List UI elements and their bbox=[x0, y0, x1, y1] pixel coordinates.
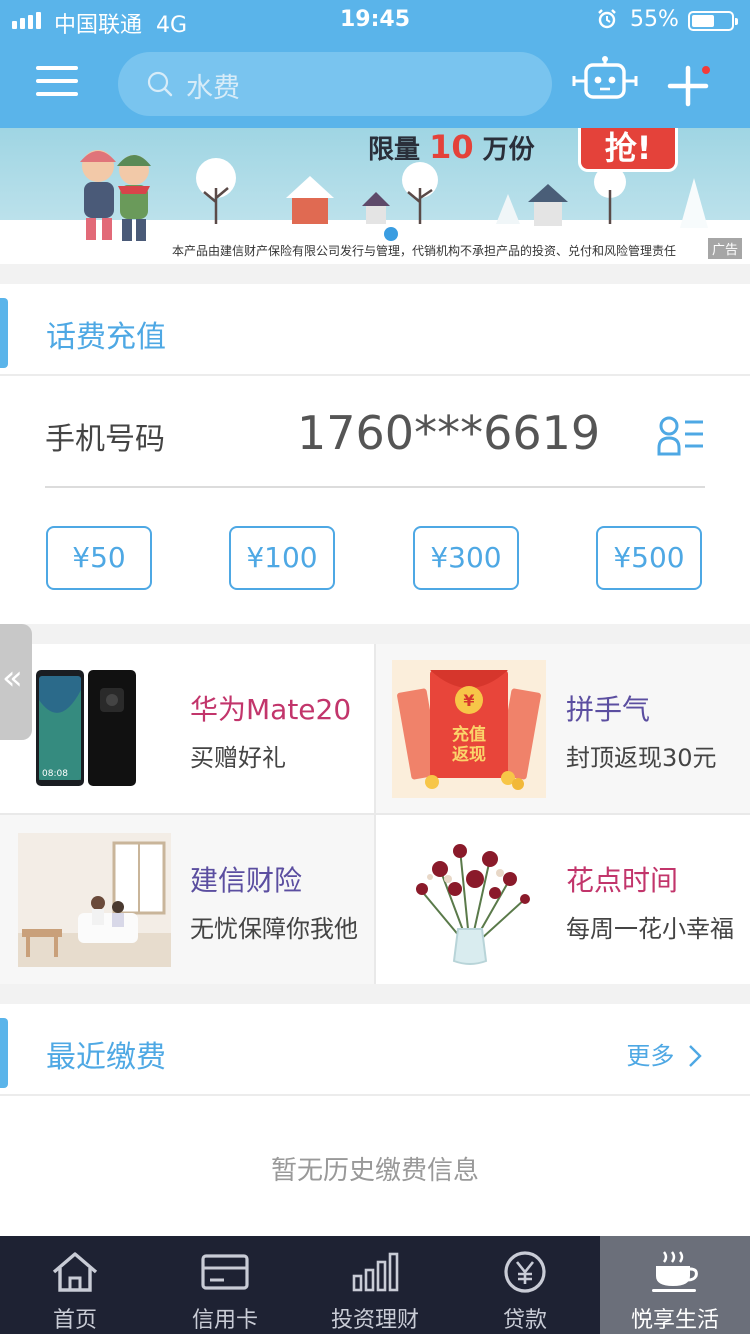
recharge-section-title: 话费充值 bbox=[46, 320, 166, 355]
promo-title: 花点时间 bbox=[566, 864, 679, 897]
phone-number-row: 手机号码 1760***6619 bbox=[45, 376, 705, 488]
promo-subtitle: 每周一花小幸福 bbox=[566, 915, 734, 943]
battery-icon bbox=[688, 11, 738, 31]
chevron-right-icon bbox=[689, 1045, 702, 1067]
amount-100-button[interactable]: ¥100 bbox=[229, 526, 335, 590]
promo-huawei-mate20[interactable]: 08:08 华为Mate20 买赠好礼 bbox=[0, 644, 374, 813]
amount-50-button[interactable]: ¥50 bbox=[46, 526, 152, 590]
recharge-amounts: ¥50 ¥100 ¥300 ¥500 bbox=[0, 488, 750, 622]
search-placeholder: 水费 bbox=[186, 73, 240, 104]
empty-history-text: 暂无历史缴费信息 bbox=[270, 1156, 479, 1186]
promo-subtitle: 封顶返现30元 bbox=[566, 744, 717, 772]
huawei-phone-image: 08:08 bbox=[36, 670, 136, 786]
tab-label: 首页 bbox=[52, 1308, 97, 1333]
notification-badge bbox=[700, 64, 712, 76]
search-input[interactable]: 水费 bbox=[118, 52, 552, 116]
recent-section-header: 最近缴费 更多 bbox=[0, 1004, 750, 1096]
promo-subtitle: 买赠好礼 bbox=[190, 744, 286, 772]
red-packet-text-line2: 返现 bbox=[452, 745, 486, 765]
red-packet-text-line1: 充值 bbox=[452, 724, 486, 745]
credit-card-icon bbox=[201, 1254, 249, 1290]
side-drawer-handle[interactable]: « bbox=[0, 624, 32, 740]
banner-disclaimer: 本产品由建信财产保险有限公司发行与管理，代销机构不承担产品的投资、兑付和风险管理… bbox=[172, 244, 677, 258]
contacts-icon[interactable] bbox=[657, 414, 705, 456]
robot-assistant-icon[interactable] bbox=[572, 56, 638, 106]
coffee-cup-icon bbox=[652, 1251, 698, 1292]
phone-recharge-section: 话费充值 手机号码 1760***6619 ¥50 ¥100 ¥300 ¥500 bbox=[0, 284, 750, 624]
tab-label: 投资理财 bbox=[330, 1308, 419, 1333]
banner-promo-number: 10 bbox=[429, 128, 474, 166]
tab-lifestyle[interactable]: 悦享生活 bbox=[600, 1236, 750, 1334]
tab-label: 信用卡 bbox=[191, 1308, 258, 1333]
search-icon bbox=[147, 71, 173, 97]
promo-title: 华为Mate20 bbox=[190, 693, 352, 726]
phone-number-input[interactable]: 1760***6619 bbox=[297, 406, 600, 460]
recent-payments-section: 最近缴费 更多 暂无历史缴费信息 bbox=[0, 1004, 750, 1236]
yuan-circle-icon bbox=[504, 1251, 546, 1293]
tab-label: 悦享生活 bbox=[630, 1308, 719, 1333]
double-chevron-left-icon: « bbox=[2, 658, 23, 698]
promo-title: 建信财险 bbox=[190, 864, 303, 897]
bottom-tab-bar: 首页 信用卡 投资理财 贷款 悦享生活 bbox=[0, 1236, 750, 1334]
bar-chart-icon bbox=[352, 1252, 399, 1292]
tab-label: 贷款 bbox=[502, 1308, 547, 1333]
promo-grid: 08:08 华为Mate20 买赠好礼 ¥ 充值 返现 拼手气 封顶返现30元 bbox=[0, 644, 750, 984]
phone-number-label: 手机号码 bbox=[45, 422, 165, 457]
ad-tag: 广告 bbox=[707, 238, 742, 259]
promo-subtitle: 无忧保障你我他 bbox=[190, 915, 358, 943]
family-living-room-image bbox=[18, 833, 171, 967]
svg-text:¥: ¥ bbox=[463, 691, 474, 710]
battery-percent: 55% bbox=[630, 7, 679, 32]
alarm-icon bbox=[598, 9, 616, 29]
amount-500-button[interactable]: ¥500 bbox=[596, 526, 702, 590]
section-accent-bar bbox=[0, 298, 8, 368]
red-packet-image: ¥ 充值 返现 bbox=[392, 660, 546, 798]
recent-section-title: 最近缴费 bbox=[46, 1040, 166, 1075]
tab-investment[interactable]: 投资理财 bbox=[300, 1236, 450, 1334]
phone-screen-time: 08:08 bbox=[42, 769, 68, 779]
promo-ccb-insurance[interactable]: 建信财险 无忧保障你我他 bbox=[0, 815, 374, 984]
winter-couple-illustration bbox=[80, 150, 151, 241]
flower-bouquet-image bbox=[416, 844, 530, 965]
tab-loans[interactable]: 贷款 bbox=[450, 1236, 600, 1334]
promo-title: 拼手气 bbox=[566, 693, 651, 726]
home-icon bbox=[52, 1252, 98, 1292]
promo-flower-time[interactable]: 花点时间 每周一花小幸福 bbox=[376, 815, 750, 984]
more-link[interactable]: 更多 bbox=[626, 1036, 702, 1071]
tab-credit-card[interactable]: 信用卡 bbox=[150, 1236, 300, 1334]
amount-300-button[interactable]: ¥300 bbox=[413, 526, 519, 590]
tab-home[interactable]: 首页 bbox=[0, 1236, 150, 1334]
more-label: 更多 bbox=[626, 1042, 675, 1070]
menu-button[interactable] bbox=[36, 66, 78, 100]
banner-grab-badge: 抢! bbox=[578, 128, 678, 172]
banner-promo-text: 限量 10 万份 bbox=[368, 128, 535, 166]
recharge-section-header: 话费充值 bbox=[0, 284, 750, 376]
banner-page-indicator bbox=[384, 227, 398, 241]
promo-lucky-cashback[interactable]: ¥ 充值 返现 拼手气 封顶返现30元 bbox=[376, 644, 750, 813]
app-header: 中国联通 4G 19:45 55% 水费 bbox=[0, 0, 750, 128]
status-bar: 中国联通 4G 19:45 55% bbox=[0, 0, 750, 40]
promo-banner[interactable]: 限量 10 万份 抢! 本产品由建信财产保险有限公司发行与管理，代销机构不承担产… bbox=[0, 128, 750, 264]
section-accent-bar bbox=[0, 1018, 8, 1088]
